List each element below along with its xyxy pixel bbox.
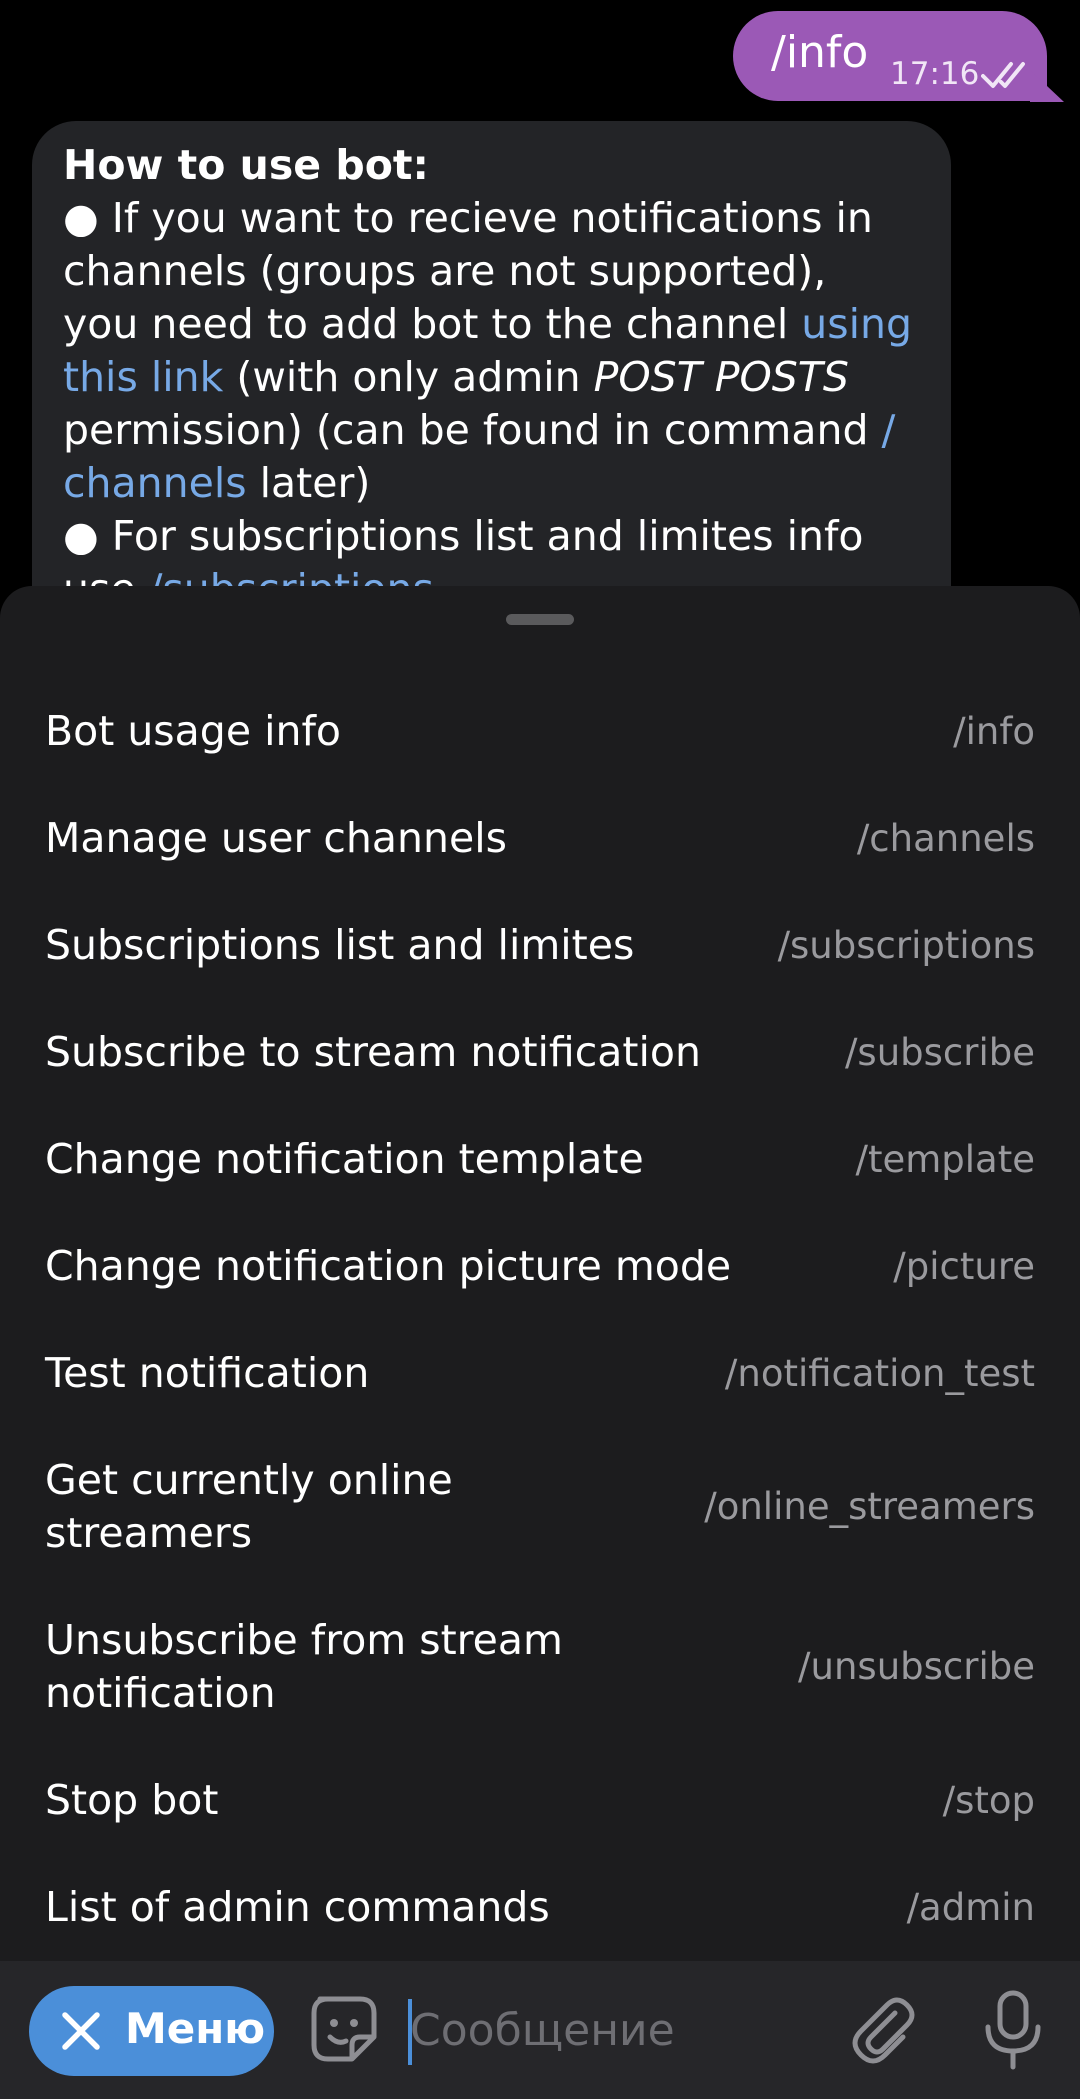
message-line: channels later) xyxy=(63,457,370,510)
message-input[interactable]: Сообщение xyxy=(410,1991,810,2071)
sticker-icon[interactable] xyxy=(306,1991,382,2067)
command-code: /subscribe xyxy=(844,1031,1035,1074)
command-description: Get currently online streamers xyxy=(45,1456,453,1557)
microphone-icon[interactable] xyxy=(978,1989,1048,2071)
command-code: /subscriptions xyxy=(777,924,1035,967)
permission-name: POST POSTS xyxy=(593,353,849,401)
command-item-template[interactable]: Change notification template /template xyxy=(0,1106,1080,1213)
message-text: ● If you want to recieve notifications i… xyxy=(63,194,873,242)
command-item-subscribe[interactable]: Subscribe to stream notification /subscr… xyxy=(0,999,1080,1106)
message-time: 17:16 xyxy=(890,56,980,92)
message-line: ● For subscriptions list and limites inf… xyxy=(63,510,864,563)
message-text: you need to add bot to the channel xyxy=(63,300,802,348)
bot-commands-sheet: Bot usage info /info Manage user channel… xyxy=(0,586,1080,1961)
message-line: you need to add bot to the channel using xyxy=(63,298,912,351)
attach-icon[interactable] xyxy=(845,1991,921,2067)
command-description: Manage user channels xyxy=(45,814,507,862)
command-description: Test notification xyxy=(45,1349,370,1397)
command-description: Subscriptions list and limites xyxy=(45,921,635,969)
command-code: /template xyxy=(855,1138,1036,1181)
command-description: Subscribe to stream notification xyxy=(45,1028,701,1076)
command-item-notification-test[interactable]: Test notification /notification_test xyxy=(0,1320,1080,1427)
command-description: Bot usage info xyxy=(45,707,341,755)
command-code: /channels xyxy=(856,817,1035,860)
channels-command-link[interactable]: channels xyxy=(63,459,247,507)
message-line: channels (groups are not supported), xyxy=(63,245,826,298)
command-description: List of admin commands xyxy=(45,1883,550,1931)
command-description: Unsubscribe from stream notification xyxy=(45,1616,563,1717)
command-item-admin[interactable]: List of admin commands /admin xyxy=(0,1854,1080,1961)
command-item-unsubscribe[interactable]: Unsubscribe from stream notification /un… xyxy=(0,1587,1080,1747)
close-icon xyxy=(62,2012,100,2050)
command-description: Change notification template xyxy=(45,1135,644,1183)
outgoing-message[interactable]: /info 17:16 xyxy=(733,11,1047,101)
command-item-channels[interactable]: Manage user channels /channels xyxy=(0,785,1080,892)
command-code: /picture xyxy=(893,1245,1035,1288)
message-line: ● If you want to recieve notifications i… xyxy=(63,192,873,245)
outgoing-bubble-tail xyxy=(1030,70,1064,102)
command-description: Change notification picture mode xyxy=(45,1242,732,1290)
message-line: permission) (can be found in command / xyxy=(63,404,895,457)
message-title: How to use bot: xyxy=(63,141,429,189)
invite-link[interactable]: using xyxy=(801,300,912,348)
message-input-bar: Меню Сообщение xyxy=(0,1961,1080,2099)
command-item-picture[interactable]: Change notification picture mode /pictur… xyxy=(0,1213,1080,1320)
menu-button[interactable]: Меню xyxy=(29,1986,274,2076)
command-code: /notification_test xyxy=(724,1352,1035,1395)
command-item-subscriptions[interactable]: Subscriptions list and limites /subscrip… xyxy=(0,892,1080,999)
double-check-icon xyxy=(981,62,1025,88)
outgoing-message-text: /info xyxy=(771,27,869,78)
message-text: later) xyxy=(246,459,371,507)
sheet-drag-handle[interactable] xyxy=(506,614,574,625)
command-item-info[interactable]: Bot usage info /info xyxy=(0,678,1080,785)
command-code: /info xyxy=(953,710,1035,753)
command-code: /unsubscribe xyxy=(798,1645,1035,1688)
message-text: channels (groups are not supported), xyxy=(63,247,827,295)
command-code: /admin xyxy=(906,1886,1035,1929)
menu-button-label: Меню xyxy=(125,2004,266,2053)
message-text: permission) (can be found in command xyxy=(63,406,882,454)
command-item-stop[interactable]: Stop bot /stop xyxy=(0,1747,1080,1854)
invite-link[interactable]: this link xyxy=(63,353,223,401)
channels-command-link[interactable]: / xyxy=(882,406,896,454)
message-text: ● For subscriptions list and limites inf… xyxy=(63,512,864,560)
command-code: /online_streamers xyxy=(704,1485,1035,1528)
command-item-online-streamers[interactable]: Get currently online streamers /online_s… xyxy=(0,1427,1080,1587)
message-text: (with only admin xyxy=(223,353,594,401)
command-description: Stop bot xyxy=(45,1776,219,1824)
command-code: /stop xyxy=(942,1779,1035,1822)
message-line: this link (with only admin POST POSTS xyxy=(63,351,849,404)
